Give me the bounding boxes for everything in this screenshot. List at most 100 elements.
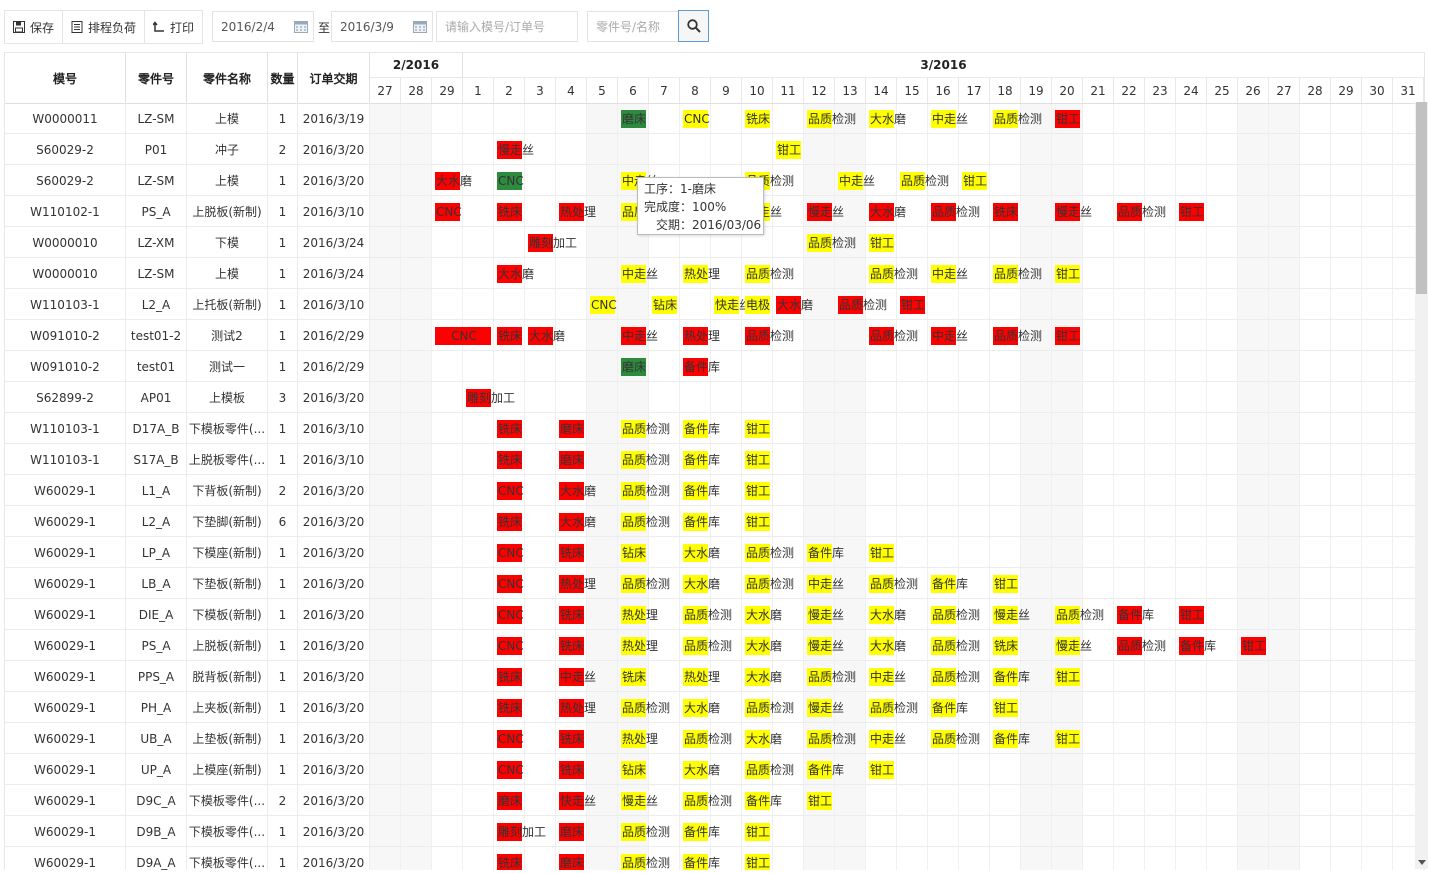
task-bar[interactable]: 备件库 (683, 482, 720, 500)
save-button[interactable]: 保存 (5, 11, 64, 43)
task-bar[interactable]: 大水磨 (869, 606, 906, 624)
task-bar[interactable]: 品质检测 (745, 327, 794, 345)
task-bar[interactable]: 备件库 (683, 513, 720, 531)
task-bar[interactable]: 大水磨 (559, 482, 596, 500)
table-row[interactable]: W60029-1 L1_A 下背板(新制) 2 2016/3/20 CNC 大水磨 品质检测备… (5, 475, 1424, 506)
task-bar[interactable]: 大水磨 (497, 265, 534, 283)
table-row[interactable]: W60029-1 D9B_A 下模板零件(... 1 2016/3/20 雕刻加工 磨床 品质… (5, 816, 1424, 847)
table-row[interactable]: W60029-1 L2_A 下垫脚(新制) 6 2016/3/20 铣床 大水磨 品质检测 备件… (5, 506, 1424, 537)
table-row[interactable]: W110103-1 L2_A 上托板(新制) 1 2016/3/10 CNC 钻床 快走丝 电极… (5, 289, 1424, 320)
task-bar[interactable]: 慢走丝 (1055, 637, 1092, 655)
task-bar[interactable]: 雕刻加工 (497, 823, 546, 841)
task-bar[interactable]: 铣床 (621, 668, 646, 686)
task-bar[interactable]: 钳工 (1055, 265, 1080, 283)
task-bar[interactable]: 大水磨 (869, 203, 906, 221)
task-bar[interactable]: 钳工 (745, 420, 770, 438)
task-bar[interactable]: CNC (497, 730, 524, 748)
task-bar[interactable]: 备件库 (745, 792, 782, 810)
task-bar[interactable]: 备件库 (1117, 606, 1154, 624)
task-bar[interactable]: CNC (683, 110, 710, 128)
table-row[interactable]: W60029-1 PH_A 上夹板(新制) 1 2016/3/20 铣床 热处理 品质检测 大水… (5, 692, 1424, 723)
task-bar[interactable]: 慢走丝 (807, 699, 844, 717)
task-bar[interactable]: 备件库 (683, 358, 720, 376)
table-row[interactable]: W60029-1 PS_A 上脱板(新制) 1 2016/3/20 CNC 铣床 热处理 品质检… (5, 630, 1424, 661)
task-bar[interactable]: 中走丝 (931, 110, 968, 128)
task-bar[interactable]: 快走丝 (559, 792, 596, 810)
scrollbar-thumb[interactable] (1416, 102, 1427, 294)
task-bar[interactable]: CNC (497, 637, 524, 655)
task-bar[interactable]: 备件库 (807, 544, 844, 562)
table-row[interactable]: W110103-1 D17A_B 下模板零件(... 1 2016/3/10 铣床 磨床 品质… (5, 413, 1424, 444)
task-bar[interactable]: 铣床 (497, 451, 522, 469)
task-bar[interactable]: 备件库 (931, 699, 968, 717)
task-bar[interactable]: 钳工 (1241, 637, 1266, 655)
task-bar[interactable]: 大水磨 (869, 637, 906, 655)
task-bar[interactable]: 品质检测 (900, 172, 949, 190)
task-bar[interactable]: 品质检测 (621, 854, 670, 870)
task-bar[interactable]: 慢走丝 (807, 203, 844, 221)
task-bar[interactable]: 品质检测 (807, 110, 856, 128)
task-bar[interactable]: 热处理 (559, 699, 596, 717)
task-bar[interactable]: 大水磨 (745, 637, 782, 655)
table-row[interactable]: W60029-1 PPS_A 脱背板(新制) 1 2016/3/20 铣床 中走丝 铣床 热处理… (5, 661, 1424, 692)
vertical-scrollbar[interactable] (1415, 102, 1428, 869)
task-bar[interactable]: 品质检测 (807, 234, 856, 252)
date-to-input[interactable]: 2016/3/9 (331, 11, 433, 42)
task-bar[interactable]: 中走丝 (869, 730, 906, 748)
table-row[interactable]: W0000011 LZ-SM 上模 1 2016/3/19 磨床 CNC 铣床 品质检测 大水磨中… (5, 103, 1424, 134)
task-bar[interactable]: 铣床 (497, 203, 522, 221)
task-bar[interactable]: 钳工 (962, 172, 987, 190)
task-bar[interactable]: 品质检测 (1117, 203, 1166, 221)
task-bar[interactable]: 铣床 (497, 420, 522, 438)
task-bar[interactable]: 铣床 (497, 327, 522, 345)
task-bar[interactable]: 品质检测 (838, 296, 887, 314)
table-row[interactable]: W60029-1 LB_A 下垫板(新制) 1 2016/3/20 CNC 热处理 品质检测大… (5, 568, 1424, 599)
task-bar[interactable]: 钳工 (869, 761, 894, 779)
task-bar[interactable]: 大水磨 (683, 575, 720, 593)
task-bar[interactable]: 热处理 (559, 575, 596, 593)
search-button[interactable] (678, 10, 709, 42)
task-bar[interactable]: CNC (590, 296, 617, 314)
task-bar[interactable]: 热处理 (621, 606, 658, 624)
task-bar[interactable]: 备件库 (931, 575, 968, 593)
task-bar[interactable]: 品质检测 (683, 606, 732, 624)
task-bar[interactable]: 品质检测 (1117, 637, 1166, 655)
task-bar[interactable]: 品质检测 (869, 699, 918, 717)
table-row[interactable]: S62899-2 AP01 上模板 3 2016/3/20 雕刻加工 (5, 382, 1424, 413)
task-bar[interactable]: 中走丝 (931, 327, 968, 345)
task-bar[interactable]: 备件库 (683, 823, 720, 841)
task-bar[interactable]: 慢走丝 (497, 141, 534, 159)
task-bar[interactable]: CNC (435, 203, 462, 221)
task-bar[interactable]: 热处理 (683, 668, 720, 686)
task-bar[interactable]: 慢走丝 (807, 637, 844, 655)
task-bar[interactable]: 品质检测 (621, 420, 670, 438)
task-bar[interactable]: 热处理 (683, 327, 720, 345)
task-bar[interactable]: 备件库 (1179, 637, 1216, 655)
task-bar[interactable]: 钳工 (745, 854, 770, 870)
task-bar[interactable]: 铣床 (559, 761, 584, 779)
task-bar[interactable]: 慢走丝 (807, 606, 844, 624)
task-bar[interactable]: 钳工 (900, 296, 925, 314)
task-bar[interactable]: 雕刻加工 (466, 389, 515, 407)
task-bar[interactable]: 慢走丝 (621, 792, 658, 810)
table-row[interactable]: W110103-1 S17A_B 上脱板零件(... 1 2016/3/10 铣床 磨床 品质… (5, 444, 1424, 475)
task-bar[interactable]: 钳工 (745, 482, 770, 500)
task-bar[interactable]: 品质检测 (931, 606, 980, 624)
task-bar[interactable]: 中走丝 (559, 668, 596, 686)
task-bar[interactable]: 品质检测 (745, 575, 794, 593)
task-bar[interactable]: 品质检测 (993, 265, 1042, 283)
task-bar[interactable]: 钳工 (745, 451, 770, 469)
task-bar[interactable]: 中走丝 (838, 172, 875, 190)
task-bar[interactable]: 钳工 (993, 575, 1018, 593)
task-bar[interactable]: 品质检测 (869, 327, 918, 345)
task-bar[interactable]: 品质检测 (869, 575, 918, 593)
table-row[interactable]: W60029-1 D9C_A 下模板零件(... 2 2016/3/20 磨床 快走丝 慢走丝… (5, 785, 1424, 816)
task-bar[interactable]: 中走丝 (621, 327, 658, 345)
task-bar[interactable]: 大水磨 (528, 327, 565, 345)
task-bar[interactable]: 品质检测 (745, 761, 794, 779)
mold-order-search-input[interactable]: 请输入模号/订单号 (436, 11, 578, 42)
task-bar[interactable]: 电极 (745, 296, 770, 314)
task-bar[interactable]: 品质检测 (621, 575, 670, 593)
task-bar[interactable]: 雕刻加工 (528, 234, 577, 252)
task-bar[interactable]: 铣床 (745, 110, 770, 128)
